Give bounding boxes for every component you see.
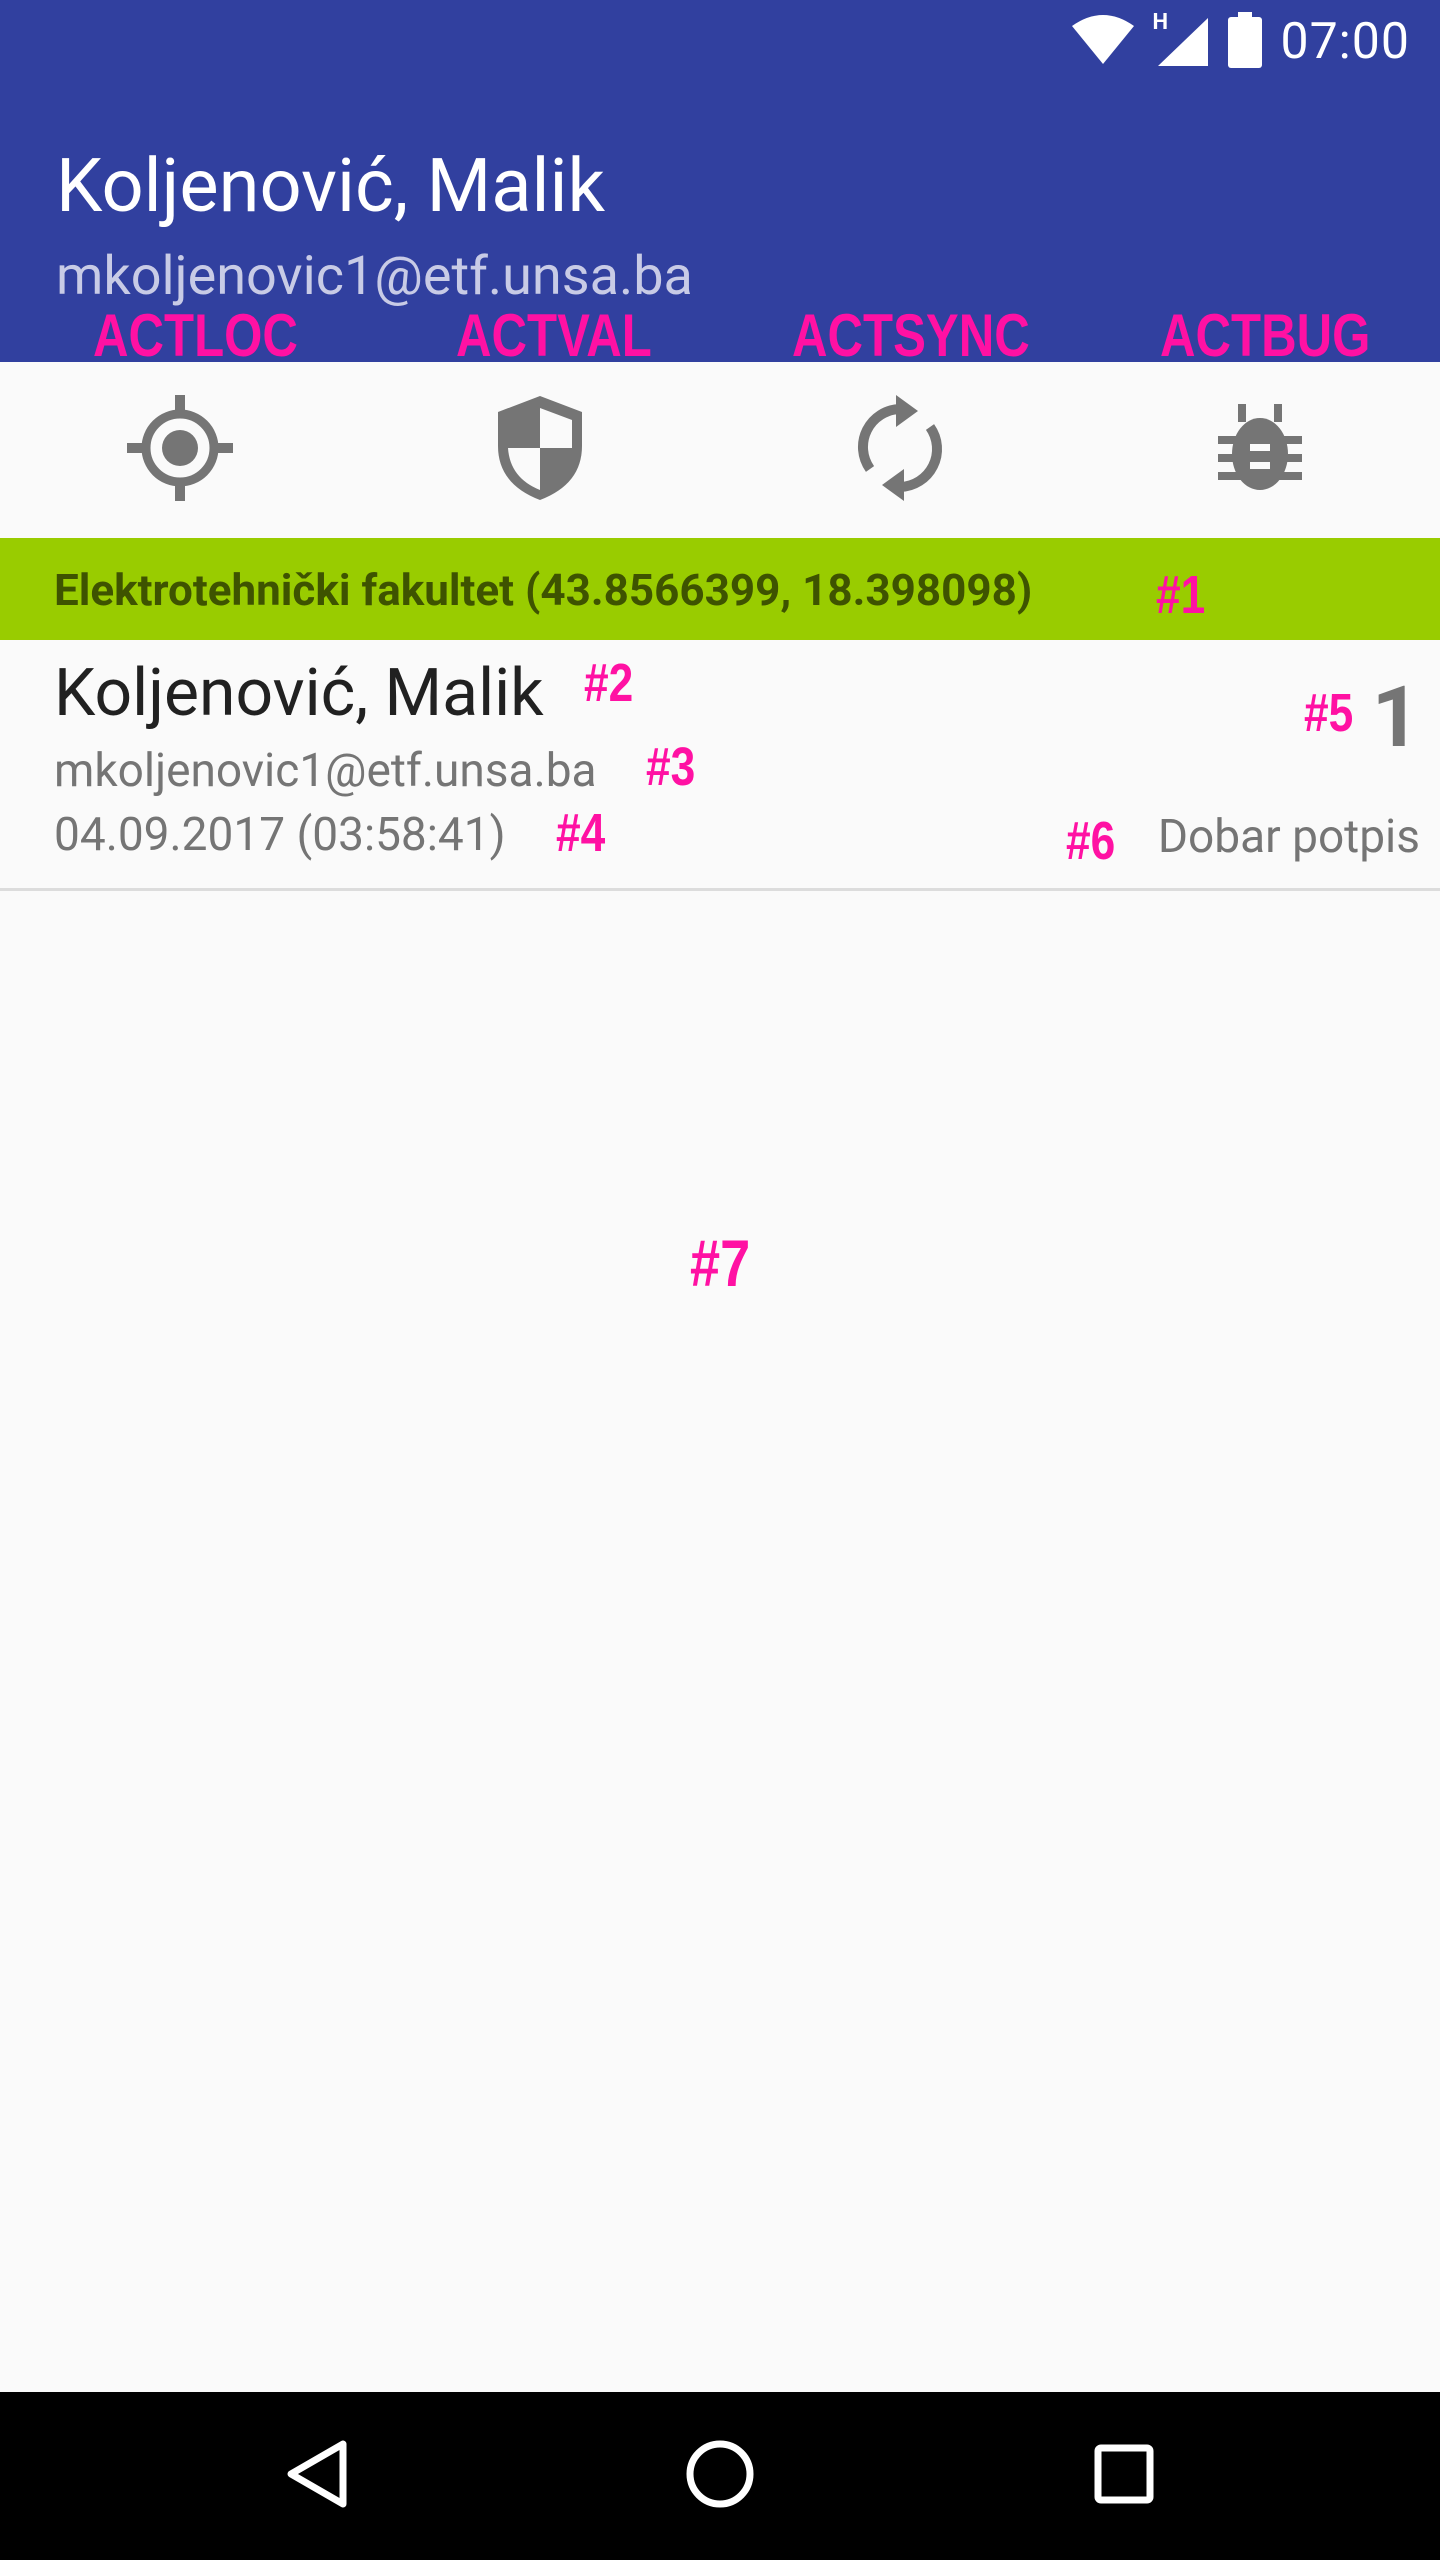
back-triangle-icon bbox=[283, 2438, 349, 2514]
signature-date: 04.09.2017 (03:58:41) bbox=[54, 808, 506, 862]
app-bar-subtitle: mkoljenovic1@etf.unsa.ba bbox=[56, 245, 693, 308]
status-icons: H 07:00 bbox=[1070, 8, 1410, 76]
status-bar: H 07:00 bbox=[0, 0, 1440, 84]
recents-button[interactable] bbox=[1024, 2392, 1224, 2560]
recents-square-icon bbox=[1092, 2442, 1156, 2510]
marker-3: #3 bbox=[646, 737, 696, 797]
signer-email: mkoljenovic1@etf.unsa.ba bbox=[54, 744, 597, 798]
battery-icon bbox=[1228, 12, 1263, 72]
bug-icon bbox=[1214, 402, 1306, 498]
sync-button[interactable] bbox=[720, 362, 1080, 538]
location-button[interactable] bbox=[0, 362, 360, 538]
signature-list-item[interactable]: Koljenović, Malik mkoljenovic1@etf.unsa.… bbox=[0, 640, 1440, 891]
marker-4: #4 bbox=[556, 803, 606, 863]
action-label-val: ACTVAL bbox=[456, 302, 652, 369]
home-button[interactable] bbox=[620, 2392, 820, 2560]
app-bar-title: Koljenović, Malik bbox=[56, 143, 605, 230]
signature-count: 1 bbox=[1371, 668, 1420, 767]
location-target-icon bbox=[125, 393, 235, 507]
action-icon-bar bbox=[0, 362, 1440, 538]
back-button[interactable] bbox=[216, 2392, 416, 2560]
shield-icon bbox=[494, 394, 586, 506]
action-label-sync: ACTSYNC bbox=[792, 302, 1030, 369]
action-label-loc: ACTLOC bbox=[93, 302, 298, 369]
marker-6: #6 bbox=[1066, 811, 1116, 871]
signer-name: Koljenović, Malik bbox=[54, 655, 544, 732]
status-time: 07:00 bbox=[1280, 13, 1410, 71]
network-type-label: H bbox=[1152, 10, 1169, 35]
marker-7: #7 bbox=[690, 1226, 751, 1300]
location-banner: Elektrotehnički fakultet (43.8566399, 18… bbox=[0, 538, 1440, 640]
marker-2: #2 bbox=[584, 653, 634, 713]
navigation-bar bbox=[0, 2392, 1440, 2560]
signature-status: Dobar potpis bbox=[1157, 810, 1420, 864]
bug-report-button[interactable] bbox=[1080, 362, 1440, 538]
validate-button[interactable] bbox=[360, 362, 720, 538]
location-banner-text: Elektrotehnički fakultet (43.8566399, 18… bbox=[54, 564, 1033, 616]
cell-signal-icon: H bbox=[1152, 10, 1210, 68]
wifi-icon bbox=[1070, 14, 1136, 70]
marker-1: #1 bbox=[1156, 565, 1206, 625]
sync-icon bbox=[852, 395, 948, 505]
marker-5: #5 bbox=[1304, 683, 1354, 743]
action-label-bug: ACTBUG bbox=[1160, 302, 1371, 369]
home-circle-icon bbox=[684, 2438, 756, 2514]
